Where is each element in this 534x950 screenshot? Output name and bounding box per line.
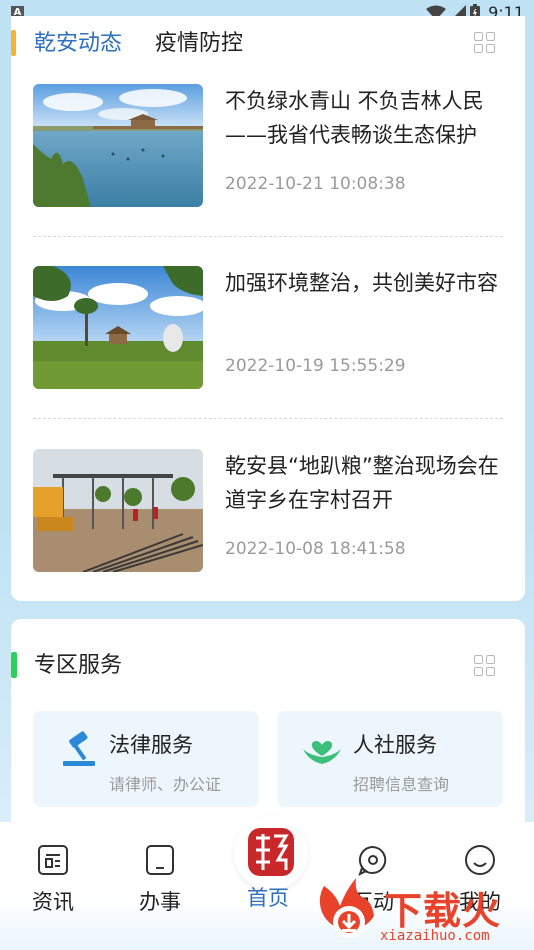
news-time: 2022-10-08 18:41:58 (225, 539, 406, 559)
legal-service-desc: 请律师、办公证 (109, 775, 222, 794)
tab-epidemic-control[interactable]: 疫情防控 (155, 30, 243, 58)
legal-service-tile[interactable]: 法律服务 请律师、办公证 (33, 711, 259, 807)
social-service-desc: 招聘信息查询 (353, 775, 450, 794)
news-title: 不负绿水青山 不负吉林人民——我省代表畅谈生态保护 (225, 89, 484, 147)
news-item[interactable]: 加强环境整治，共创美好市容 2022-10-19 15:55:29 (33, 266, 503, 448)
news-time: 2022-10-19 15:55:29 (225, 356, 406, 376)
news-item[interactable]: 乾安县“地趴粮”整治现场会在道字乡在字村召开 2022-10-08 18:41:… (33, 449, 503, 631)
nav-label-news: 资讯 (32, 890, 74, 914)
tab-qianan-news[interactable]: 乾安动态 (34, 30, 122, 58)
news-thumbnail (33, 84, 203, 207)
news-item[interactable]: 不负绿水青山 不负吉林人民——我省代表畅谈生态保护 2022-10-21 10:… (33, 84, 503, 266)
news-title: 加强环境整治，共创美好市容 (225, 271, 498, 295)
divider (33, 236, 503, 237)
grid-menu-icon[interactable] (474, 655, 496, 677)
watermark: 下载火 xiazaihuo.com (316, 874, 534, 950)
tab-marker (11, 30, 16, 56)
social-service-tile[interactable]: 人社服务 招聘信息查询 (277, 711, 503, 807)
news-thumbnail (33, 266, 203, 389)
news-tabs: 乾安动态 疫情防控 (11, 22, 525, 62)
gavel-icon (63, 731, 95, 766)
legal-service-name: 法律服务 (109, 733, 193, 757)
heart-hands-icon (303, 740, 341, 764)
home-icon-spacer (252, 844, 284, 876)
tablet-icon (146, 845, 174, 875)
nav-item-news[interactable]: 资讯 (13, 844, 93, 916)
divider (33, 418, 503, 419)
flame-logo-icon (319, 878, 374, 938)
news-icon (38, 845, 68, 875)
nav-label-home: 首页 (247, 886, 289, 910)
services-title: 专区服务 (34, 653, 123, 678)
nav-label-services: 办事 (139, 890, 181, 914)
grid-menu-icon[interactable] (474, 32, 496, 54)
nav-item-home[interactable]: 首页 (228, 844, 308, 912)
news-thumbnail (33, 449, 203, 572)
news-card: 乾安动态 疫情防控 不负绿水青山 不负吉林人民——我省代表畅谈生态保护 2022… (11, 16, 525, 601)
service-marker (11, 652, 17, 678)
smile-icon (465, 845, 495, 875)
news-title: 乾安县“地趴粮”整治现场会在道字乡在字村召开 (225, 454, 499, 512)
social-service-name: 人社服务 (353, 733, 437, 757)
watermark-brand: 下载火 (384, 889, 502, 933)
news-time: 2022-10-21 10:08:38 (225, 174, 406, 194)
chat-icon (358, 845, 387, 876)
watermark-url: xiazaihuo.com (380, 928, 490, 944)
nav-item-services[interactable]: 办事 (120, 844, 200, 916)
